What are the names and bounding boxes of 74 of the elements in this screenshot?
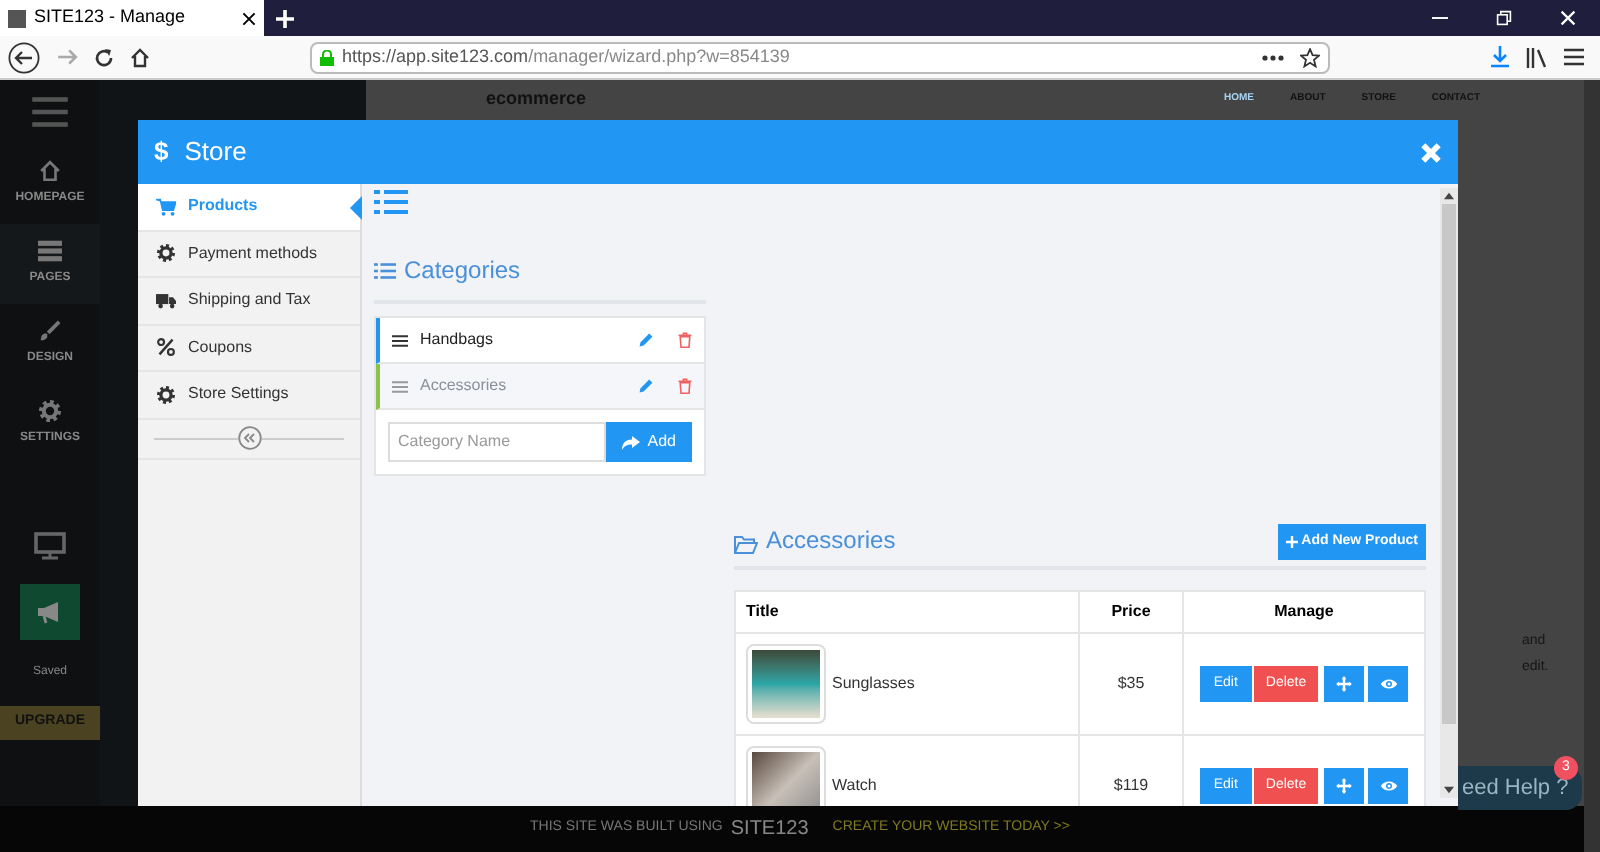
category-item[interactable]: Accessories [376,364,704,410]
eye-icon [1379,678,1398,690]
reload-icon[interactable] [94,47,114,67]
product-title: Sunglasses [832,672,915,696]
scroll-up-icon[interactable] [1444,192,1454,200]
download-icon[interactable] [1490,46,1510,68]
browser-tab[interactable]: SITE123 - Manage [0,0,264,36]
plus-icon [1285,536,1298,548]
nav-item[interactable]: Coupons [138,325,360,372]
close-icon[interactable] [242,11,256,25]
forward-icon[interactable] [56,46,78,68]
dialog-title: Store [184,134,247,171]
list-icon[interactable] [374,190,408,214]
site-favicon-icon [8,9,26,27]
home-icon [38,160,62,182]
truck-icon [156,291,176,310]
eye-icon [1379,780,1398,792]
column-header: Manage [1183,591,1425,633]
column-header: Price [1079,591,1183,633]
product-price: $35 [1079,633,1183,735]
bookmark-star-icon[interactable] [1300,47,1320,67]
dollar-sign: $ [154,134,169,171]
move-icon [1336,778,1353,794]
move-icon [1336,676,1353,692]
restore-icon[interactable] [1496,10,1512,26]
category-name-field[interactable]: Category Name [388,422,606,462]
trash-icon[interactable] [678,332,692,348]
move-button[interactable] [1324,666,1365,702]
desktop-icon[interactable] [34,532,66,560]
view-button[interactable] [1368,666,1409,702]
library-icon[interactable] [1526,47,1548,67]
tab-title: SITE123 - Manage [34,4,188,31]
gear-icon [38,400,62,422]
folder-icon [734,536,758,554]
list-icon [374,261,396,279]
announce-button[interactable] [20,584,80,640]
nav-item[interactable]: Shipping and Tax [138,278,360,325]
new-tab-icon[interactable] [276,9,294,27]
home-icon[interactable] [130,47,150,67]
view-button[interactable] [1368,768,1409,804]
brand-logo: SITE123 [730,816,809,844]
share-arrow-icon [621,435,640,449]
scroll-down-icon[interactable] [1444,786,1454,794]
cart-icon [156,197,176,216]
section-title: Categories [404,254,521,288]
megaphone-icon [36,600,64,624]
address-bar[interactable]: https://app.site123.com/manager/wizard.php?w=854139 [310,41,1330,73]
collapse-icon[interactable] [237,426,261,450]
scrollbar-thumb[interactable] [1442,204,1456,724]
lock-icon [320,49,334,65]
url-text: https://app.site123.com/manager/wizard.php?w=854139 [342,43,792,70]
drag-handle-icon[interactable] [392,333,408,347]
percent-icon [156,338,176,357]
photo-placeholder [746,644,826,724]
pages-icon [38,240,62,262]
gear-icon [156,244,176,263]
move-button[interactable] [1324,768,1365,804]
product-title: Watch [832,774,877,798]
section-title: Accessories [766,524,896,558]
gear-icon [156,385,176,404]
pencil-icon[interactable] [638,332,654,348]
column-header: Title [735,591,1079,633]
nav-item[interactable]: Products [138,184,360,231]
brush-icon [38,320,62,342]
drag-handle-icon[interactable] [392,379,408,393]
trash-icon[interactable] [678,378,692,394]
menu-icon[interactable] [1564,48,1584,66]
add-button[interactable]: Add [605,422,692,462]
category-item[interactable]: Handbags [376,318,704,364]
nav-item[interactable]: Payment methods [138,231,360,278]
more-icon[interactable] [1262,53,1284,61]
back-icon[interactable] [8,41,40,73]
nav-item[interactable]: Store Settings [138,372,360,419]
pencil-icon[interactable] [638,378,654,394]
